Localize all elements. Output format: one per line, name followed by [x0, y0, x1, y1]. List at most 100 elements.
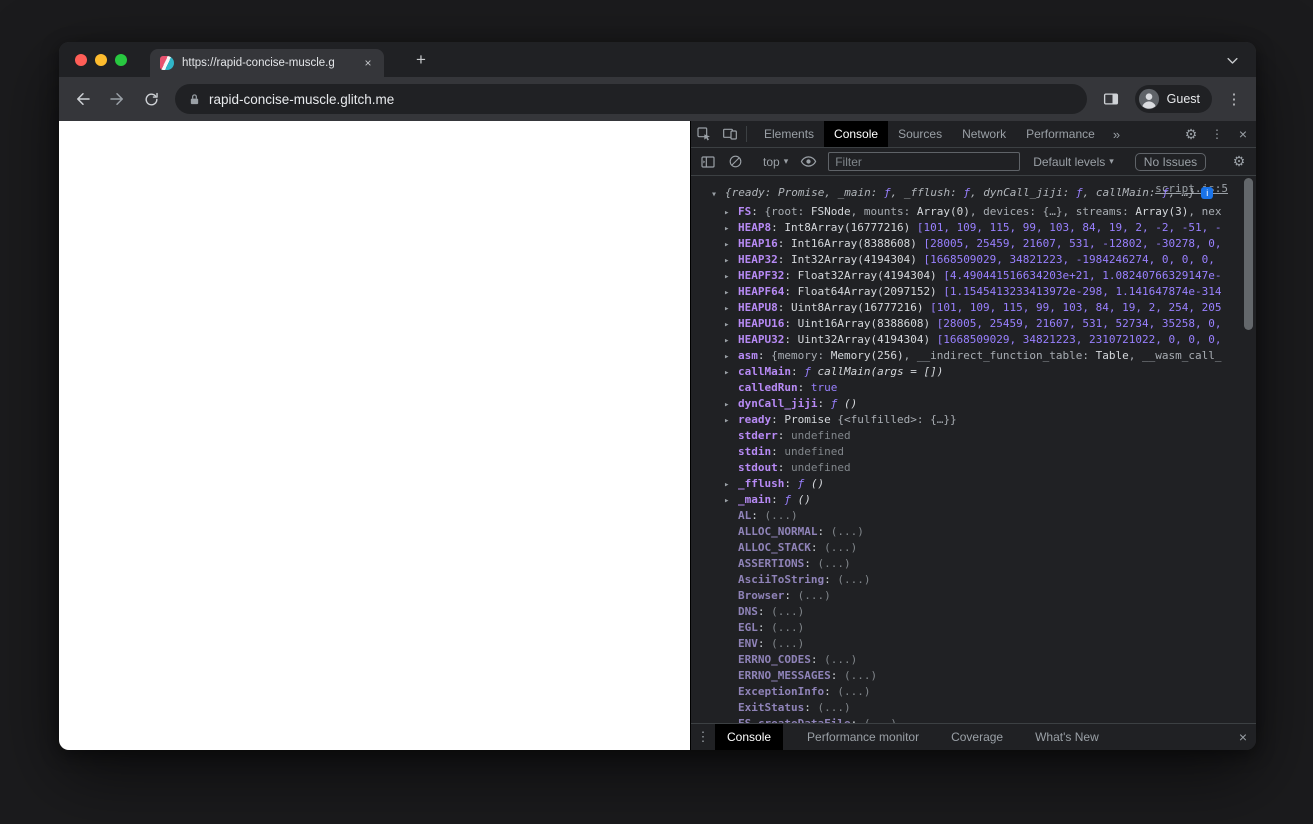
console-row[interactable]: ▸ HEAPU8: Uint8Array(16777216) [101, 109,… — [691, 300, 1256, 316]
console-row[interactable]: ▸ HEAP32: Int32Array(4194304) [1668509029… — [691, 252, 1256, 268]
console-segment-keydim: ExitStatus — [738, 701, 805, 714]
drawer-menu-icon[interactable]: ⋮ — [691, 724, 715, 750]
devtools-tab-console[interactable]: Console — [824, 121, 889, 147]
new-tab-button[interactable]: + — [409, 48, 433, 72]
devtools-settings-gear-icon[interactable]: ⚙ — [1178, 121, 1204, 147]
console-segment-plain: : — [817, 397, 831, 410]
window-content: Elements Console Sources Network Performance… — [59, 121, 1256, 750]
context-selector[interactable]: top ▾ — [757, 155, 794, 169]
console-segment-key: HEAPU16 — [738, 317, 785, 330]
clear-console-icon[interactable] — [722, 149, 748, 175]
console-row[interactable]: ▸ _fflush: ƒ () — [691, 476, 1256, 492]
live-expression-eye-icon[interactable] — [795, 149, 821, 175]
console-row[interactable]: ▸ HEAPU32: Uint32Array(4194304) [16685090… — [691, 332, 1256, 348]
expand-arrow-closed-icon[interactable]: ▸ — [724, 301, 736, 316]
filter-input[interactable] — [828, 152, 1021, 171]
maximize-window-button[interactable] — [115, 54, 127, 66]
console-segment-key: dynCall_jiji — [738, 397, 818, 410]
expand-arrow-closed-icon[interactable]: ▸ — [724, 205, 736, 220]
expand-arrow-closed-icon[interactable]: ▸ — [724, 349, 736, 364]
expand-arrow-closed-icon[interactable]: ▸ — [724, 413, 736, 428]
more-tabs-chevron-icon[interactable]: » — [1105, 121, 1128, 147]
browser-tab[interactable]: https://rapid-concise-muscle.g × — [150, 49, 384, 77]
devtools-tab-sources[interactable]: Sources — [888, 121, 952, 147]
console-segment-cls: Promise — [784, 413, 838, 426]
console-segment-plain: : — [790, 365, 805, 378]
console-segment-key: HEAPF64 — [738, 285, 785, 298]
tab-favicon-icon — [160, 56, 174, 70]
profile-button[interactable]: Guest — [1134, 85, 1212, 113]
expand-arrow-closed-icon[interactable]: ▸ — [724, 237, 736, 252]
console-row[interactable]: ▸ dynCall_jiji: ƒ () — [691, 396, 1256, 412]
console-row: ExitStatus: (...) — [691, 700, 1256, 716]
drawer-tab-what-s-new[interactable]: What's New — [1023, 724, 1111, 750]
devtools-tab-network[interactable]: Network — [952, 121, 1016, 147]
console-segment-plain: : — [771, 493, 785, 506]
expand-arrow-closed-icon[interactable]: ▸ — [724, 221, 736, 236]
no-issues-chip[interactable]: No Issues — [1134, 152, 1207, 171]
console-segment-gray: {<fulfilled>: {…}} — [837, 413, 957, 426]
reload-button[interactable] — [135, 83, 167, 115]
console-segment-plain: : — [771, 413, 785, 426]
expand-arrow-closed-icon[interactable]: ▸ — [724, 493, 736, 508]
console-segment-cls: Uint8Array(16777216) — [791, 301, 931, 314]
devtools-close-icon[interactable]: × — [1230, 121, 1256, 147]
back-button[interactable] — [67, 83, 99, 115]
devtools-tab-elements[interactable]: Elements — [754, 121, 824, 147]
console-row[interactable]: ▸ ready: Promise {<fulfilled>: {…}} — [691, 412, 1256, 428]
expand-arrow-closed-icon[interactable]: ▸ — [724, 477, 736, 492]
browser-menu-icon[interactable]: ⋮ — [1220, 83, 1248, 115]
console-row[interactable]: ▸ HEAPU16: Uint16Array(8388608) [28005, 2… — [691, 316, 1256, 332]
minimize-window-button[interactable] — [95, 54, 107, 66]
console-segment-plain: : — [804, 557, 818, 570]
console-segment-dim: (...) — [817, 701, 851, 714]
console-segment-gray: {root: — [764, 205, 811, 218]
console-sidebar-toggle-icon[interactable] — [695, 149, 721, 175]
tab-search-chevron-icon[interactable] — [1224, 52, 1240, 68]
device-toolbar-button[interactable] — [717, 121, 743, 147]
console-segment-num: [101, 109, 115, 99, 103, 84, 19, 2, 254,… — [930, 301, 1222, 314]
close-window-button[interactable] — [75, 54, 87, 66]
expand-arrow-open-icon[interactable]: ▾ — [711, 187, 723, 203]
expand-arrow-closed-icon[interactable]: ▸ — [724, 253, 736, 268]
drawer-close-icon[interactable]: × — [1230, 724, 1256, 750]
console-segment-key: HEAPF32 — [738, 269, 785, 282]
console-row[interactable]: ▸ HEAP8: Int8Array(16777216) [101, 109, 1… — [691, 220, 1256, 236]
console-row[interactable]: ▸ HEAP16: Int16Array(8388608) [28005, 254… — [691, 236, 1256, 252]
console-row: stdin: undefined — [691, 444, 1256, 460]
console-settings-gear-icon[interactable]: ⚙ — [1226, 149, 1252, 175]
console-row: ExceptionInfo: (...) — [691, 684, 1256, 700]
console-row[interactable]: ▸ asm: {memory: Memory(256), __indirect_f… — [691, 348, 1256, 364]
console-row[interactable]: ▸ FS: {root: FSNode, mounts: Array(0), de… — [691, 204, 1256, 220]
inspect-element-button[interactable] — [691, 121, 717, 147]
console-row[interactable]: ▸ HEAPF64: Float64Array(2097152) [1.15454… — [691, 284, 1256, 300]
log-levels-dropdown[interactable]: Default levels ▾ — [1027, 155, 1120, 169]
console-segment-keydim: ASSERTIONS — [738, 557, 805, 570]
tab-close-icon[interactable]: × — [360, 55, 376, 71]
console-segment-plain: : — [797, 381, 811, 394]
tab-title: https://rapid-concise-muscle.g — [182, 57, 335, 69]
drawer-tab-coverage[interactable]: Coverage — [939, 724, 1015, 750]
drawer-tab-console[interactable]: Console — [715, 724, 784, 750]
console-row[interactable]: ▸ _main: ƒ () — [691, 492, 1256, 508]
scrollbar-thumb[interactable] — [1244, 178, 1253, 330]
expand-arrow-closed-icon[interactable]: ▸ — [724, 333, 736, 348]
console-segment-cls: Int8Array(16777216) — [784, 221, 917, 234]
console-row[interactable]: ▾ {ready: Promise, _main: ƒ, _fflush: ƒ, … — [691, 185, 1256, 204]
forward-button[interactable] — [101, 83, 133, 115]
expand-arrow-closed-icon[interactable]: ▸ — [724, 397, 736, 412]
side-panel-button[interactable] — [1095, 83, 1127, 115]
expand-arrow-closed-icon[interactable]: ▸ — [724, 317, 736, 332]
console-row[interactable]: ▸ HEAPF32: Float32Array(4194304) [4.49044… — [691, 268, 1256, 284]
address-bar[interactable]: rapid-concise-muscle.glitch.me — [175, 84, 1087, 114]
expand-arrow-closed-icon[interactable]: ▸ — [724, 269, 736, 284]
expand-arrow-closed-icon[interactable]: ▸ — [724, 365, 736, 380]
lock-icon[interactable] — [189, 93, 200, 106]
console-row[interactable]: ▸ callMain: ƒ callMain(args = []) — [691, 364, 1256, 380]
console-segment-gray: , __wasm_call_ — [1128, 349, 1222, 362]
expand-arrow-closed-icon[interactable]: ▸ — [724, 285, 736, 300]
devtools-menu-icon[interactable]: ⋮ — [1204, 121, 1230, 147]
devtools-tab-performance[interactable]: Performance — [1016, 121, 1105, 147]
devtools-tabs: Elements Console Sources Network Performance — [754, 121, 1105, 147]
drawer-tab-performance-monitor[interactable]: Performance monitor — [795, 724, 931, 750]
